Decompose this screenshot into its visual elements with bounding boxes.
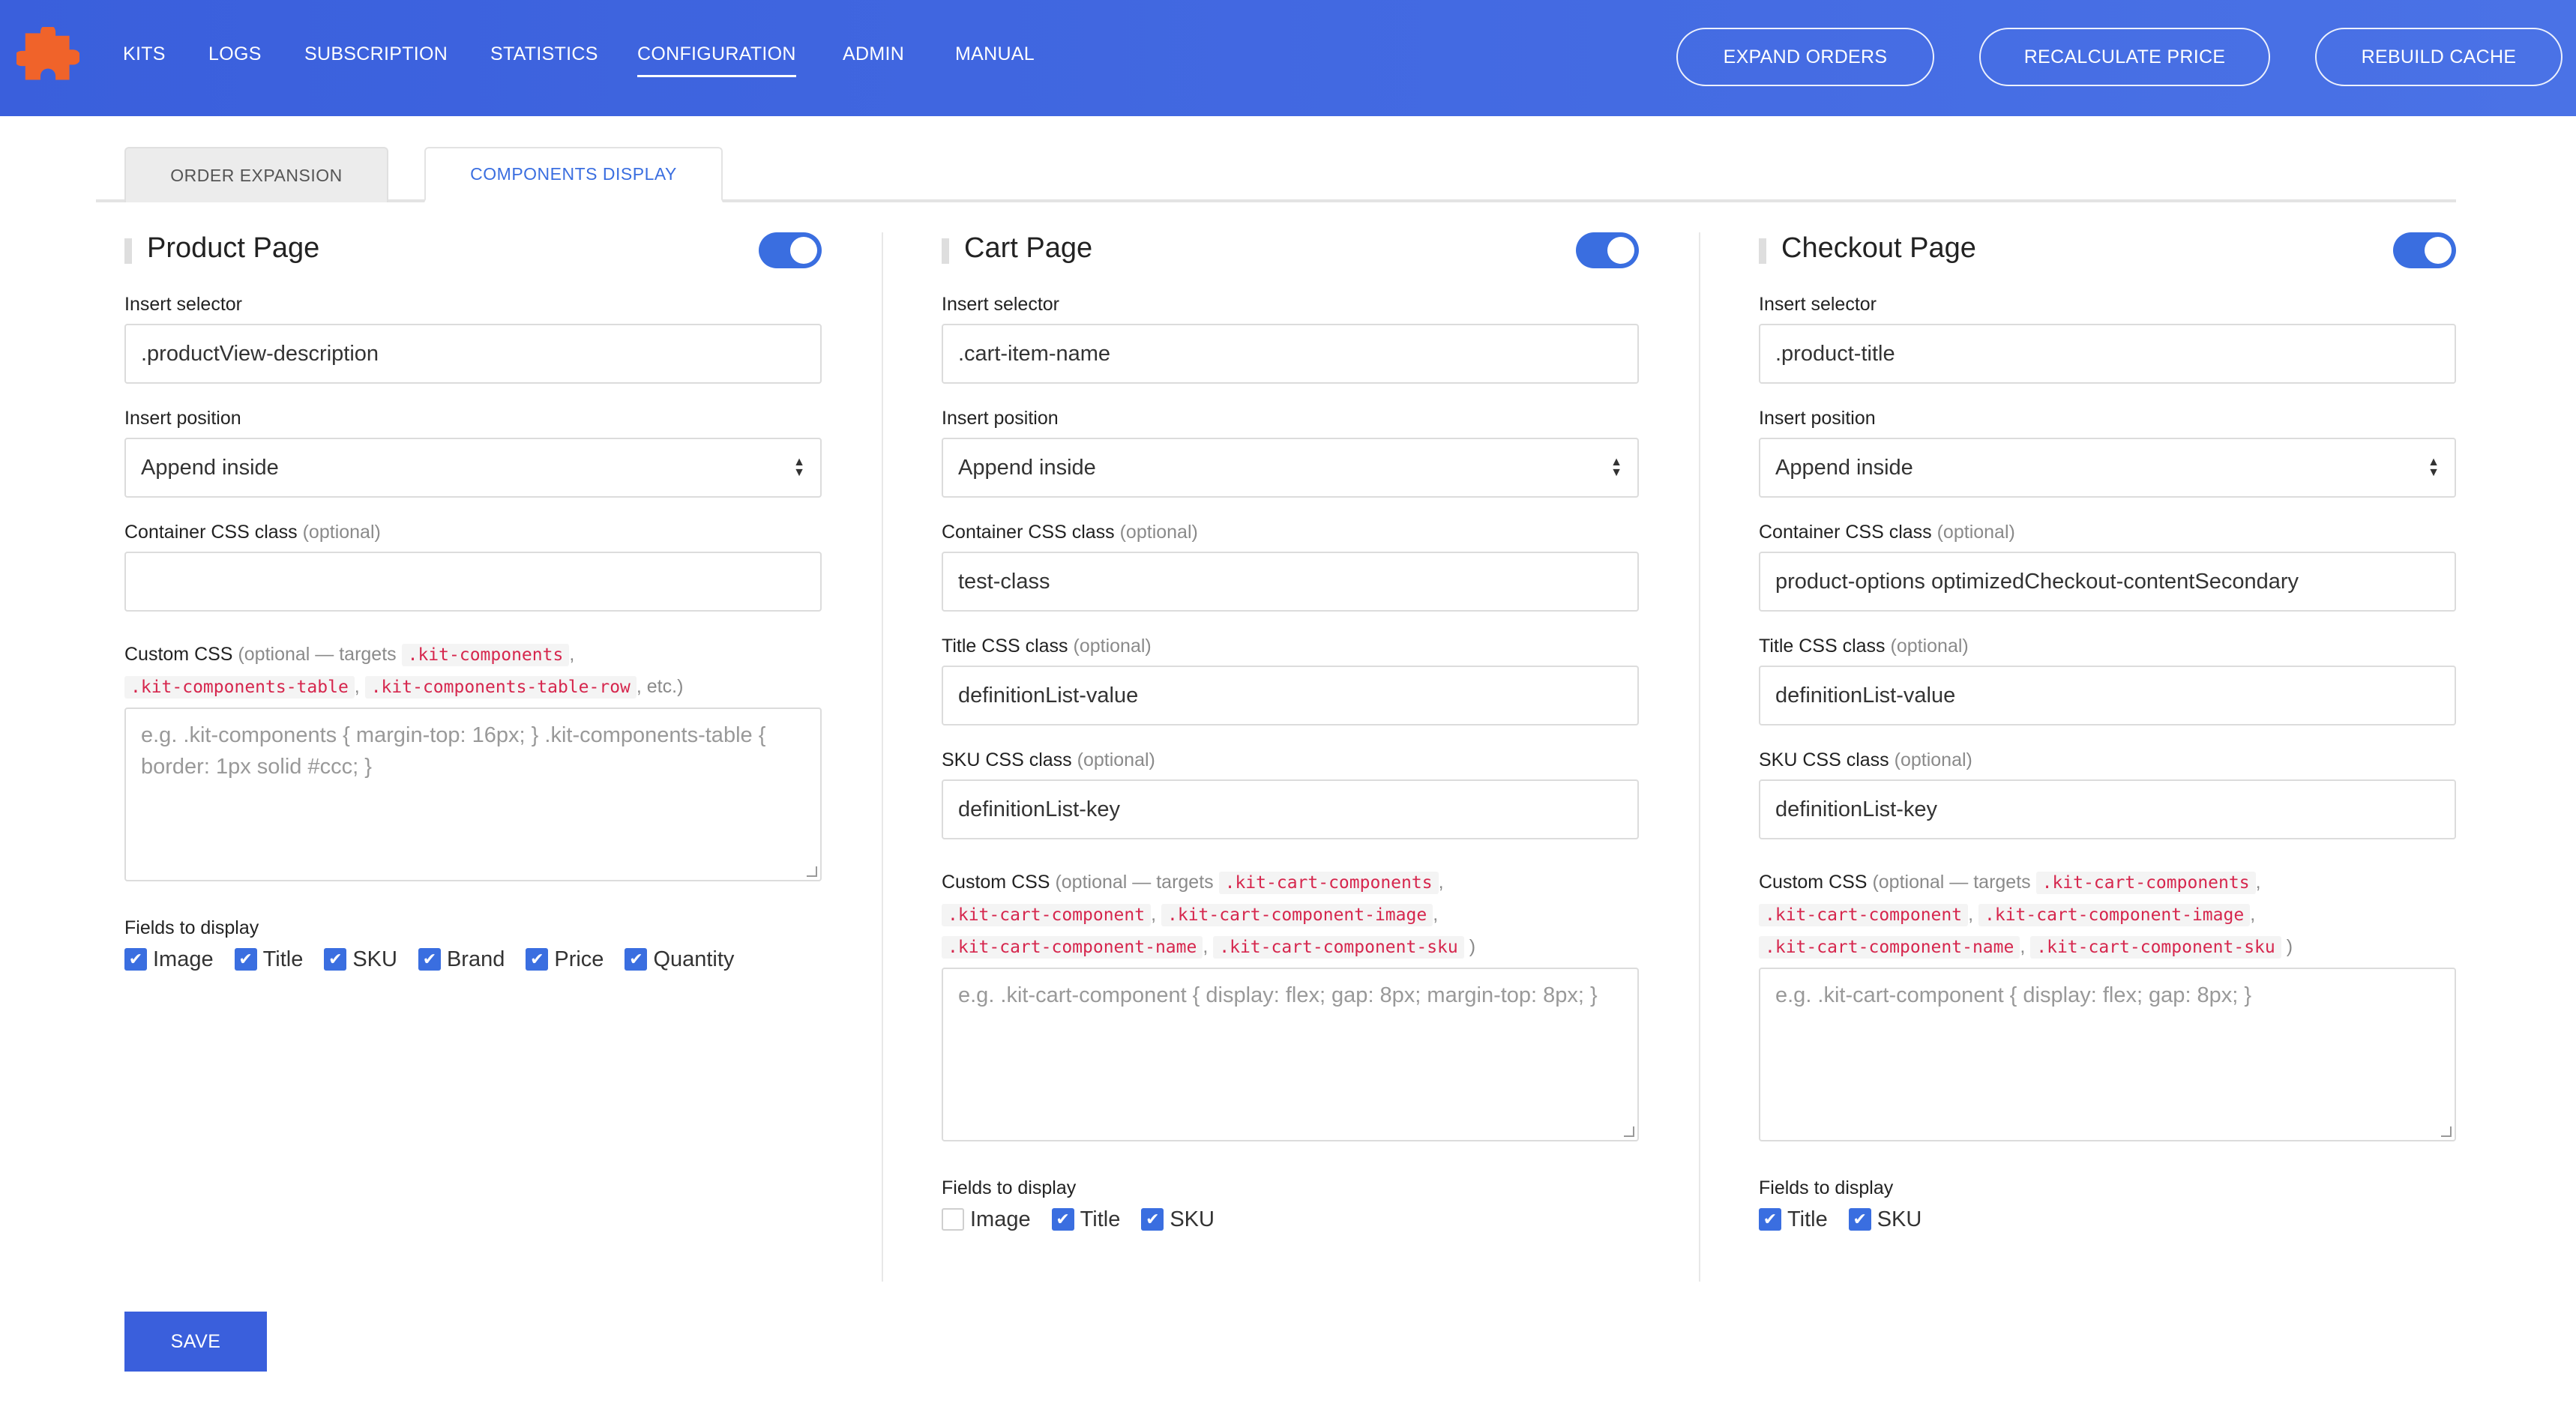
- fields-checkboxes: Image ✔ Title ✔ SKU: [942, 1204, 1639, 1234]
- sku-css-label: SKU CSS class (optional): [1759, 749, 1972, 770]
- section-title: Cart Page: [964, 232, 1093, 264]
- container-css-input[interactable]: test-class: [942, 552, 1639, 612]
- field-checkbox-brand[interactable]: ✔ Brand: [418, 947, 505, 972]
- code-snippet: .kit-cart-components: [1218, 872, 1439, 894]
- column-divider: [1699, 232, 1700, 1282]
- container-css-input[interactable]: product-options optimizedCheckout-conten…: [1759, 552, 2456, 612]
- field-checkbox-sku[interactable]: ✔ SKU: [1141, 1207, 1215, 1232]
- code-snippet: .kit-cart-component-sku: [2030, 936, 2281, 959]
- column-divider: [882, 232, 883, 1282]
- checkout-page-section: Checkout Page Insert selector .product-t…: [1759, 225, 2456, 1234]
- fields-checkboxes: ✔ Image ✔ Title ✔ SKU ✔ Brand ✔ Price ✔ Quanti…: [124, 944, 822, 974]
- insert-position-select[interactable]: Append inside ▲ ▼: [1759, 438, 2456, 498]
- section-marker: [1759, 238, 1766, 264]
- select-arrows-icon: ▲ ▼: [2428, 456, 2440, 479]
- title-css-input[interactable]: definitionList-value: [1759, 666, 2456, 725]
- code-snippet: .kit-components: [401, 644, 570, 666]
- fields-to-display-label: Fields to display: [942, 1177, 1077, 1198]
- tab-components-display[interactable]: COMPONENTS DISPLAY: [424, 147, 723, 202]
- container-css-label: Container CSS class (optional): [942, 522, 1198, 543]
- expand-orders-button[interactable]: EXPAND ORDERS: [1676, 28, 1934, 86]
- field-checkbox-quantity[interactable]: ✔ Quantity: [625, 947, 734, 972]
- rebuild-cache-button[interactable]: REBUILD CACHE: [2315, 28, 2563, 86]
- insert-position-label: Insert position: [942, 408, 1059, 429]
- select-arrows-icon: ▲ ▼: [1610, 456, 1622, 479]
- insert-position-select[interactable]: Append inside ▲ ▼: [942, 438, 1639, 498]
- insert-position-value: Append inside: [958, 455, 1096, 480]
- field-checkbox-title[interactable]: ✔ Title: [234, 947, 303, 972]
- nav-statistics[interactable]: STATISTICS: [490, 43, 598, 65]
- nav-manual[interactable]: MANUAL: [955, 43, 1035, 65]
- save-button[interactable]: SAVE: [124, 1312, 267, 1372]
- code-snippet: .kit-cart-component-image: [1161, 904, 1433, 926]
- nav-admin[interactable]: ADMIN: [843, 43, 904, 65]
- insert-selector-label: Insert selector: [1759, 294, 1877, 315]
- sku-css-input[interactable]: definitionList-key: [1759, 779, 2456, 839]
- custom-css-label: Custom CSS (optional — targets .kit-cart…: [942, 872, 1476, 959]
- insert-selector-label: Insert selector: [124, 294, 243, 315]
- insert-position-label: Insert position: [1759, 408, 1876, 429]
- insert-position-value: Append inside: [141, 455, 279, 480]
- container-css-input[interactable]: [124, 552, 822, 612]
- custom-css-textarea[interactable]: e.g. .kit-components { margin-top: 16px;…: [124, 708, 822, 881]
- container-css-label: Container CSS class (optional): [124, 522, 381, 543]
- custom-css-textarea[interactable]: e.g. .kit-cart-component { display: flex…: [942, 968, 1639, 1141]
- code-snippet: .kit-cart-component-name: [1759, 936, 2020, 959]
- fields-to-display-label: Fields to display: [124, 917, 259, 938]
- field-checkbox-sku[interactable]: ✔ SKU: [1848, 1207, 1922, 1232]
- nav-subscription[interactable]: SUBSCRIPTION: [304, 43, 448, 65]
- section-marker: [942, 238, 949, 264]
- code-snippet: .kit-cart-component-name: [942, 936, 1203, 959]
- product-page-toggle[interactable]: [759, 232, 822, 268]
- code-snippet: .kit-cart-component-image: [1978, 904, 2251, 926]
- section-marker: [124, 238, 132, 264]
- fields-to-display-label: Fields to display: [1759, 1177, 1894, 1198]
- sku-css-input[interactable]: definitionList-key: [942, 779, 1639, 839]
- code-snippet: .kit-cart-components: [2035, 872, 2256, 894]
- insert-position-select[interactable]: Append inside ▲ ▼: [124, 438, 822, 498]
- code-snippet: .kit-components-table-row: [364, 676, 637, 699]
- custom-css-label: Custom CSS (optional — targets .kit-cart…: [1759, 872, 2293, 959]
- code-snippet: .kit-cart-component: [1759, 904, 1969, 926]
- tab-order-expansion[interactable]: ORDER EXPANSION: [124, 147, 388, 202]
- section-title: Checkout Page: [1781, 232, 1976, 264]
- cart-page-section: Cart Page Insert selector .cart-item-nam…: [942, 225, 1639, 1234]
- container-css-label: Container CSS class (optional): [1759, 522, 2015, 543]
- insert-selector-input[interactable]: .product-title: [1759, 324, 2456, 384]
- top-navigation-bar: KITS LOGS SUBSCRIPTION STATISTICS CONFIG…: [0, 0, 2576, 116]
- insert-selector-input[interactable]: .cart-item-name: [942, 324, 1639, 384]
- cart-page-toggle[interactable]: [1576, 232, 1639, 268]
- nav-configuration[interactable]: CONFIGURATION: [637, 43, 796, 77]
- insert-position-label: Insert position: [124, 408, 241, 429]
- nav-kits[interactable]: KITS: [123, 43, 166, 65]
- custom-css-label: Custom CSS (optional — targets .kit-comp…: [124, 644, 684, 699]
- insert-selector-input[interactable]: .productView-description: [124, 324, 822, 384]
- field-checkbox-title[interactable]: ✔ Title: [1051, 1207, 1120, 1232]
- field-checkbox-image[interactable]: Image: [942, 1207, 1031, 1232]
- field-checkbox-sku[interactable]: ✔ SKU: [324, 947, 397, 972]
- field-checkbox-price[interactable]: ✔ Price: [526, 947, 604, 972]
- insert-selector-label: Insert selector: [942, 294, 1060, 315]
- title-css-label: Title CSS class (optional): [942, 636, 1152, 657]
- nav-logs[interactable]: LOGS: [208, 43, 262, 65]
- title-css-label: Title CSS class (optional): [1759, 636, 1969, 657]
- field-checkbox-image[interactable]: ✔ Image: [124, 947, 214, 972]
- code-snippet: .kit-components-table: [124, 676, 355, 699]
- select-arrows-icon: ▲ ▼: [793, 456, 805, 479]
- product-page-section: Product Page Insert selector .productVie…: [124, 225, 822, 974]
- field-checkbox-title[interactable]: ✔ Title: [1759, 1207, 1828, 1232]
- custom-css-textarea[interactable]: e.g. .kit-cart-component { display: flex…: [1759, 968, 2456, 1141]
- recalculate-price-button[interactable]: RECALCULATE PRICE: [1979, 28, 2270, 86]
- code-snippet: .kit-cart-component: [942, 904, 1152, 926]
- insert-position-value: Append inside: [1775, 455, 1913, 480]
- title-css-input[interactable]: definitionList-value: [942, 666, 1639, 725]
- code-snippet: .kit-cart-component-sku: [1213, 936, 1464, 959]
- sku-css-label: SKU CSS class (optional): [942, 749, 1155, 770]
- checkout-page-toggle[interactable]: [2393, 232, 2456, 268]
- fields-checkboxes: ✔ Title ✔ SKU: [1759, 1204, 2456, 1234]
- section-title: Product Page: [147, 232, 320, 264]
- puzzle-piece-icon[interactable]: [16, 27, 79, 90]
